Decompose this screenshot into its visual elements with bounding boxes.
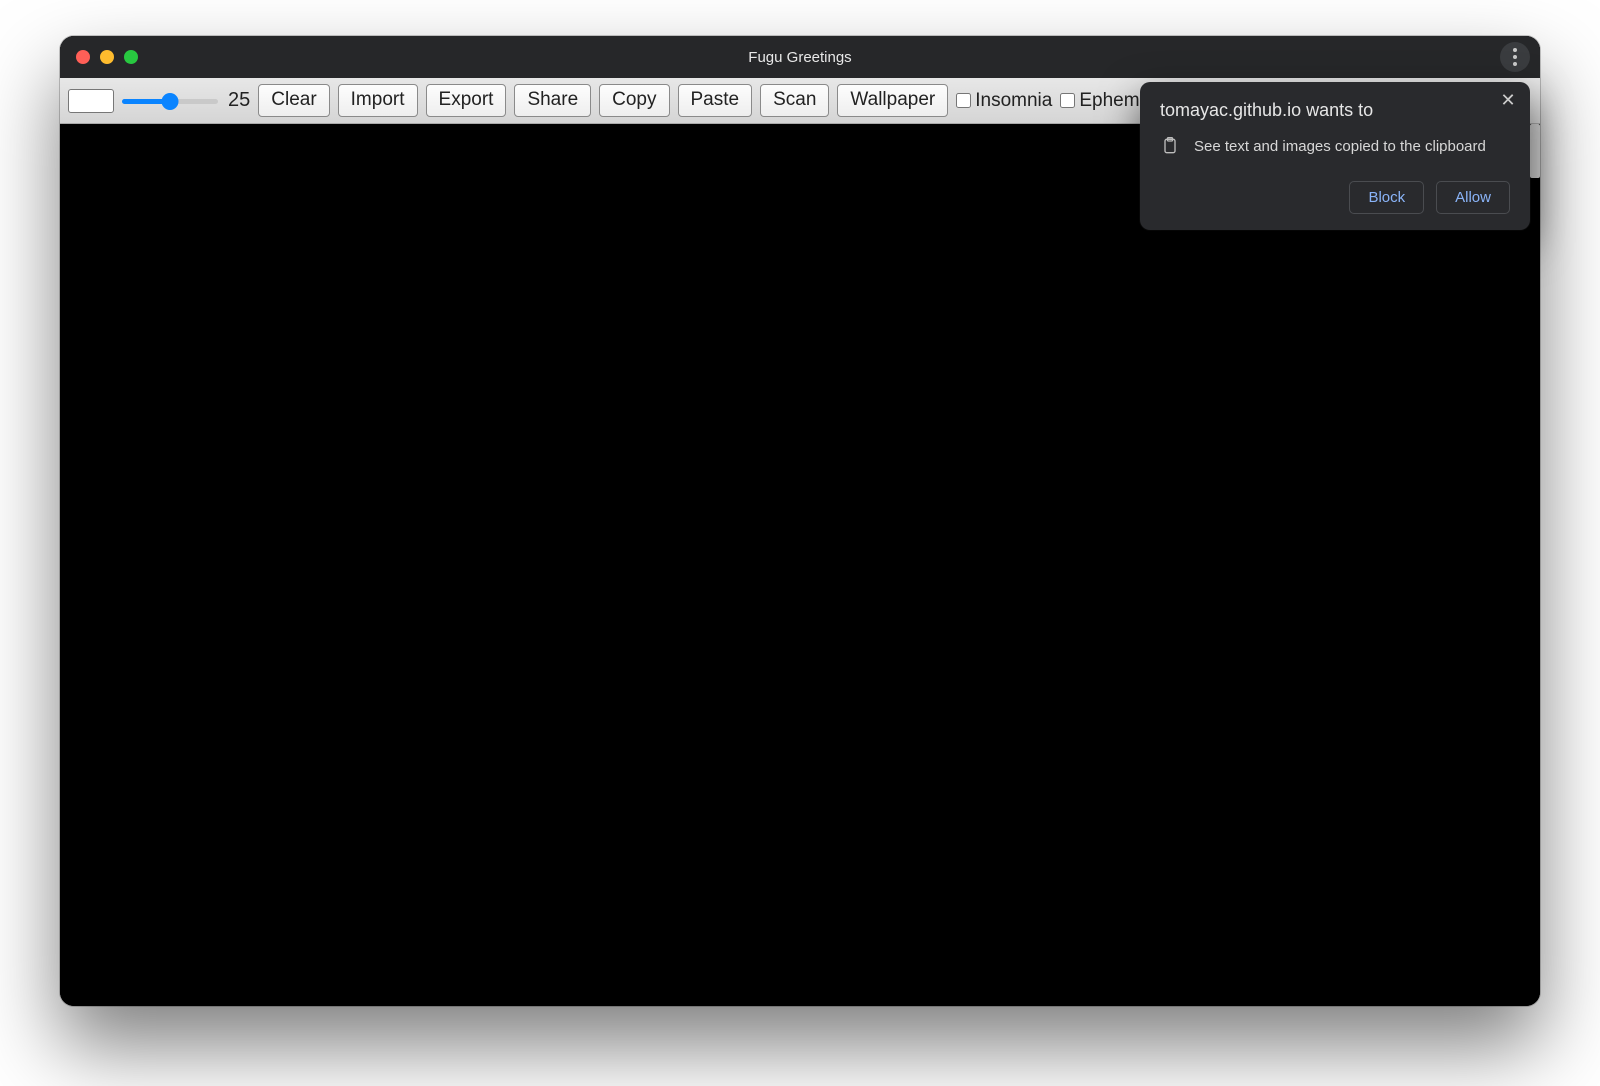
window-controls: [76, 50, 138, 64]
share-button[interactable]: Share: [514, 84, 591, 117]
permission-actions: Block Allow: [1160, 181, 1510, 214]
block-button[interactable]: Block: [1349, 181, 1424, 214]
paste-button[interactable]: Paste: [678, 84, 753, 117]
window-title: Fugu Greetings: [60, 49, 1540, 66]
close-icon[interactable]: ✕: [1496, 88, 1520, 112]
zoom-window-button[interactable]: [124, 50, 138, 64]
allow-button[interactable]: Allow: [1436, 181, 1510, 214]
drawing-canvas[interactable]: [60, 124, 1540, 1006]
stage: Fugu Greetings 25 Clear Impor: [0, 0, 1600, 1086]
import-button[interactable]: Import: [338, 84, 418, 117]
clear-button[interactable]: Clear: [258, 84, 329, 117]
copy-button[interactable]: Copy: [599, 84, 669, 117]
insomnia-checkbox[interactable]: [956, 93, 971, 108]
scan-button[interactable]: Scan: [760, 84, 829, 117]
scrollbar-thumb[interactable]: [1530, 124, 1540, 178]
app-window: Fugu Greetings 25 Clear Impor: [60, 36, 1540, 1006]
slider-thumb[interactable]: [162, 93, 179, 110]
permission-detail: See text and images copied to the clipbo…: [1194, 138, 1486, 155]
wallpaper-button[interactable]: Wallpaper: [837, 84, 948, 117]
titlebar: Fugu Greetings: [60, 36, 1540, 78]
export-button[interactable]: Export: [426, 84, 507, 117]
ephemeral-checkbox[interactable]: [1060, 93, 1075, 108]
more-menu-button[interactable]: [1500, 42, 1530, 72]
clipboard-icon: [1160, 135, 1180, 157]
permission-dialog: ✕ tomayac.github.io wants to See text an…: [1140, 82, 1530, 230]
dots-vertical-icon: [1513, 48, 1517, 52]
color-picker[interactable]: [68, 89, 114, 113]
insomnia-label: Insomnia: [975, 90, 1052, 112]
minimize-window-button[interactable]: [100, 50, 114, 64]
brush-size-value: 25: [228, 89, 250, 112]
permission-origin: tomayac.github.io wants to: [1160, 100, 1510, 121]
brush-size-slider[interactable]: [122, 91, 218, 111]
insomnia-toggle[interactable]: Insomnia: [956, 90, 1052, 112]
close-window-button[interactable]: [76, 50, 90, 64]
permission-detail-row: See text and images copied to the clipbo…: [1160, 135, 1510, 157]
